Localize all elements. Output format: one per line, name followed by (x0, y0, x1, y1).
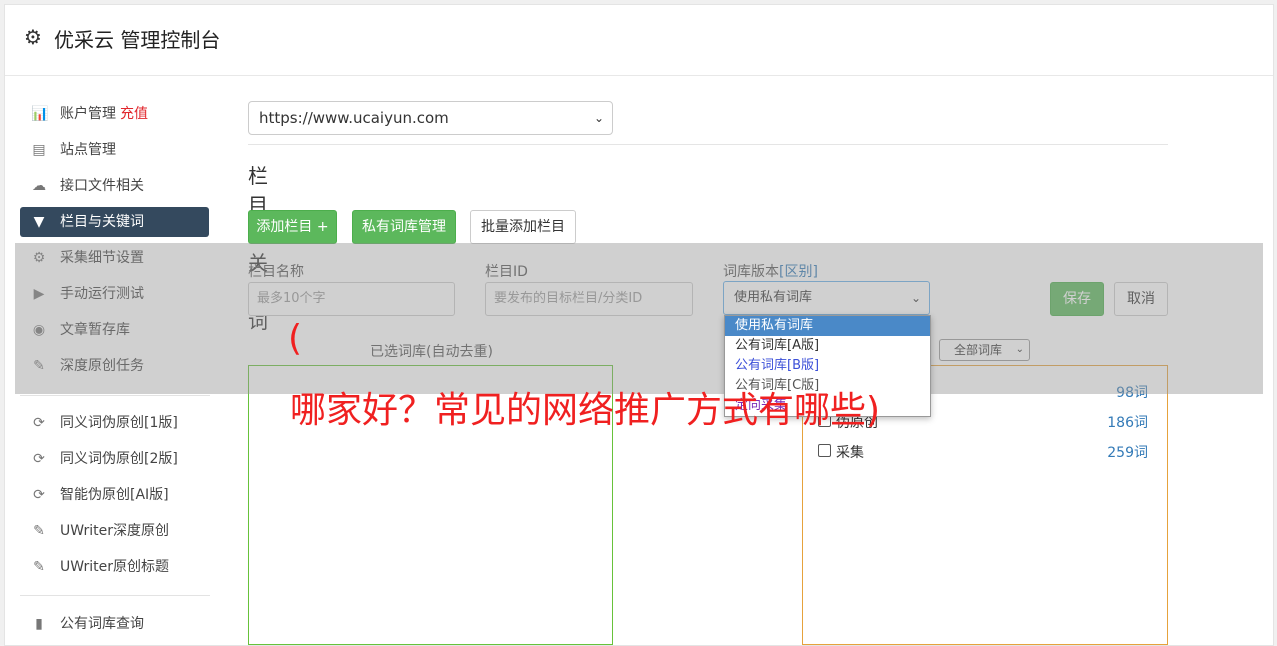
chevron-down-icon: ⌄ (593, 111, 604, 125)
sidebar-item-account[interactable]: 📊 账户管理 充值 (20, 99, 209, 129)
header: ⚙ 优采云 管理控制台 (5, 5, 1273, 76)
sidebar-item-synonym-v1[interactable]: ⟳ 同义词伪原创[1版] (20, 408, 209, 438)
server-icon: ▤ (32, 142, 46, 158)
add-column-button[interactable]: 添加栏目 + (248, 210, 337, 244)
sidebar-item-columns-keywords[interactable]: ▼ 栏目与关键词 (20, 207, 209, 237)
filter-icon: ▼ (33, 214, 45, 230)
sidebar-item-sites[interactable]: ▤ 站点管理 (20, 135, 209, 165)
library-name: 采集 (836, 445, 864, 461)
sidebar-item-label: 接口文件相关 (60, 178, 144, 194)
refresh-icon: ⟳ (33, 415, 45, 431)
sidebar-item-label: UWriter原创标题 (60, 559, 169, 575)
site-select[interactable]: https://www.ucaiyun.com ⌄ (248, 101, 613, 135)
sidebar-item-synonym-v2[interactable]: ⟳ 同义词伪原创[2版] (20, 444, 209, 474)
sidebar-divider (20, 395, 210, 396)
refresh-icon: ⟳ (33, 451, 45, 467)
dropdown-option[interactable]: 公有词库[B版] (725, 356, 930, 376)
batch-add-column-button[interactable]: 批量添加栏目 (470, 210, 576, 244)
sidebar-item-label: 站点管理 (60, 142, 116, 158)
watermark-open-paren: ( (288, 318, 303, 359)
sidebar-item-label: 账户管理 (60, 106, 116, 122)
gear-icon: ⚙ (24, 25, 42, 49)
book-icon: ▮ (35, 616, 43, 632)
sidebar-divider (20, 595, 210, 596)
gray-overlay (15, 243, 1263, 394)
sidebar-item-label: 同义词伪原创[2版] (60, 451, 178, 467)
sidebar-item-label: 栏目与关键词 (60, 214, 144, 230)
sidebar-item-interface-files[interactable]: ☁ 接口文件相关 (20, 171, 209, 201)
cloud-upload-icon: ☁ (32, 178, 46, 194)
bar-chart-icon: 📊 (31, 106, 49, 122)
sidebar-item-label: 智能伪原创[AI版] (60, 487, 169, 503)
library-checkbox[interactable] (818, 444, 831, 457)
sidebar-item-label: UWriter深度原创 (60, 523, 169, 539)
sidebar-item-uwriter-title[interactable]: ✎ UWriter原创标题 (20, 552, 209, 582)
watermark-text: 哪家好？常见的网络推广方式有哪些) (290, 390, 881, 431)
sidebar-item-label: 同义词伪原创[1版] (60, 415, 178, 431)
sidebar-item-uwriter-original[interactable]: ✎ UWriter深度原创 (20, 516, 209, 546)
library-count: 186词 (1107, 415, 1148, 431)
dropdown-option[interactable]: 公有词库[A版] (725, 336, 930, 356)
dropdown-option[interactable]: 使用私有词库 (725, 316, 930, 336)
site-select-value: https://www.ucaiyun.com (259, 109, 449, 127)
private-library-button[interactable]: 私有词库管理 (352, 210, 456, 244)
sidebar-item-public-lib-query[interactable]: ▮ 公有词库查询 (20, 609, 209, 639)
edit-icon: ✎ (33, 559, 45, 575)
page-title: 优采云 管理控制台 (54, 28, 221, 52)
sidebar-item-label: 公有词库查询 (60, 616, 144, 632)
sidebar-item-ai-rewrite[interactable]: ⟳ 智能伪原创[AI版] (20, 480, 209, 510)
recharge-link[interactable]: 充值 (120, 106, 148, 122)
refresh-icon: ⟳ (33, 487, 45, 503)
divider (248, 144, 1168, 145)
library-count: 259词 (1107, 445, 1148, 461)
edit-icon: ✎ (33, 523, 45, 539)
